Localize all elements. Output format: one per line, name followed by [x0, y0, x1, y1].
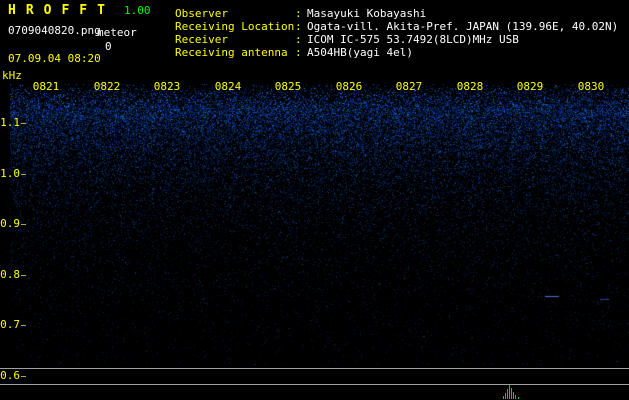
- info-colon: :: [295, 46, 302, 59]
- info-row: Observer: Masayuki Kobayashi: [175, 7, 618, 20]
- freq-tick-label: 0.6: [0, 369, 20, 382]
- signal-spike: [503, 396, 504, 399]
- freq-tick-label: 1.1: [0, 116, 20, 129]
- time-tick-label: 0822: [93, 80, 121, 93]
- time-tick-label: 0828: [456, 80, 484, 93]
- freq-tick-mark: [21, 123, 26, 124]
- meteor-count: 0: [105, 40, 112, 53]
- signal-spike: [511, 388, 512, 399]
- time-tick-label: 0823: [153, 80, 181, 93]
- signal-spike: [509, 385, 510, 399]
- freq-tick-label: 1.0: [0, 167, 20, 180]
- info-value: A504HB(yagi 4el): [307, 46, 413, 59]
- info-row: Receiving antenna: A504HB(yagi 4el): [175, 46, 618, 59]
- hrofft-screen: HROFFT 1.00 0709040820.png meteor 0 07.0…: [0, 0, 629, 400]
- info-colon: :: [295, 33, 302, 46]
- freq-tick-label: 0.9: [0, 217, 20, 230]
- info-row: Receiving Location: Ogata-vill. Akita-Pre…: [175, 20, 618, 33]
- signal-spike: [513, 392, 514, 399]
- freq-tick-mark: [21, 275, 26, 276]
- info-label: Receiving antenna: [175, 46, 288, 59]
- info-value: ICOM IC-575 53.7492(8LCD)MHz USB: [307, 33, 519, 46]
- time-tick-label: 0824: [214, 80, 242, 93]
- datetime: 07.09.04 08:20: [8, 52, 101, 65]
- time-tick-label: 0821: [32, 80, 60, 93]
- info-label: Observer: [175, 7, 228, 20]
- info-value: Ogata-vill. Akita-Pref. JAPAN (139.96E, …: [307, 20, 619, 33]
- time-tick-label: 0825: [274, 80, 302, 93]
- info-label: Receiver: [175, 33, 228, 46]
- signal-spike: [518, 397, 519, 399]
- upper-separator-line: [0, 368, 629, 369]
- spectrogram-canvas: [10, 84, 629, 365]
- time-tick-label: 0826: [335, 80, 363, 93]
- freq-tick-mark: [21, 174, 26, 175]
- freq-tick-label: 0.7: [0, 318, 20, 331]
- info-row: Receiver: ICOM IC-575 53.7492(8LCD)MHz US…: [175, 33, 618, 46]
- lower-separator-line: [0, 384, 629, 385]
- freq-axis-unit: kHz: [2, 69, 22, 82]
- info-colon: :: [295, 20, 302, 33]
- signal-spike: [507, 389, 508, 399]
- freq-tick-label: 0.8: [0, 268, 20, 281]
- time-tick-label: 0829: [516, 80, 544, 93]
- app-title: HROFFT: [8, 3, 115, 18]
- mode-label: meteor: [97, 26, 137, 39]
- info-colon: :: [295, 7, 302, 20]
- time-tick-label: 0830: [577, 80, 605, 93]
- signal-spike: [505, 393, 506, 399]
- freq-tick-mark: [21, 325, 26, 326]
- freq-tick-mark: [21, 224, 26, 225]
- freq-tick-mark: [21, 376, 26, 377]
- time-tick-label: 0827: [395, 80, 423, 93]
- filename: 0709040820.png: [8, 24, 101, 37]
- signal-spike: [515, 395, 516, 399]
- info-label: Receiving Location: [175, 20, 295, 33]
- app-version: 1.00: [124, 4, 151, 17]
- observer-info-block: Observer: Masayuki Kobayashi Receiving Loc…: [175, 7, 618, 59]
- info-value: Masayuki Kobayashi: [307, 7, 427, 20]
